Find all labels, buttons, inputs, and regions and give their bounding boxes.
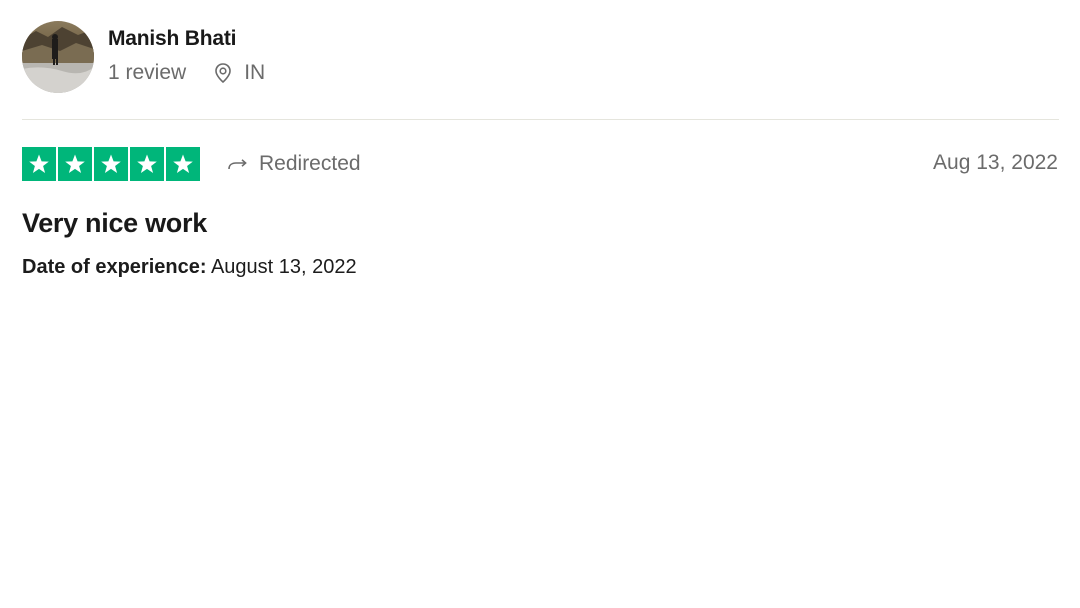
redirect-arrow-icon	[227, 156, 249, 172]
date-of-experience: Date of experience: August 13, 2022	[22, 255, 1058, 279]
star-rating	[22, 147, 200, 181]
redirected-label: Redirected	[259, 152, 361, 175]
country-code: IN	[244, 61, 266, 84]
reviewer-location: IN	[212, 61, 265, 85]
review-title[interactable]: Very nice work	[22, 207, 1058, 239]
divider	[22, 119, 1059, 120]
star-icon	[130, 147, 164, 181]
star-icon	[166, 147, 200, 181]
experience-label: Date of experience:	[22, 256, 207, 278]
review-count: 1 review	[108, 61, 187, 84]
redirected-badge[interactable]: Redirected	[227, 152, 361, 176]
rating-row: Redirected Aug 13, 2022	[22, 147, 1058, 181]
star-icon	[58, 147, 92, 181]
reviewer-info: Manish Bhati 1 review IN	[108, 27, 265, 85]
avatar-photo	[22, 21, 94, 93]
reviewer-meta: 1 review IN	[108, 61, 265, 85]
star-icon	[22, 147, 56, 181]
star-icon	[94, 147, 128, 181]
reviewer-header: Manish Bhati 1 review IN	[22, 20, 1058, 94]
map-pin-icon	[212, 62, 234, 84]
experience-date: August 13, 2022	[210, 256, 357, 278]
review-date: Aug 13, 2022	[933, 151, 1058, 174]
reviewer-name[interactable]: Manish Bhati	[108, 27, 265, 51]
avatar[interactable]	[22, 21, 94, 93]
review-card: Manish Bhati 1 review IN Redirected Aug …	[22, 20, 1059, 279]
